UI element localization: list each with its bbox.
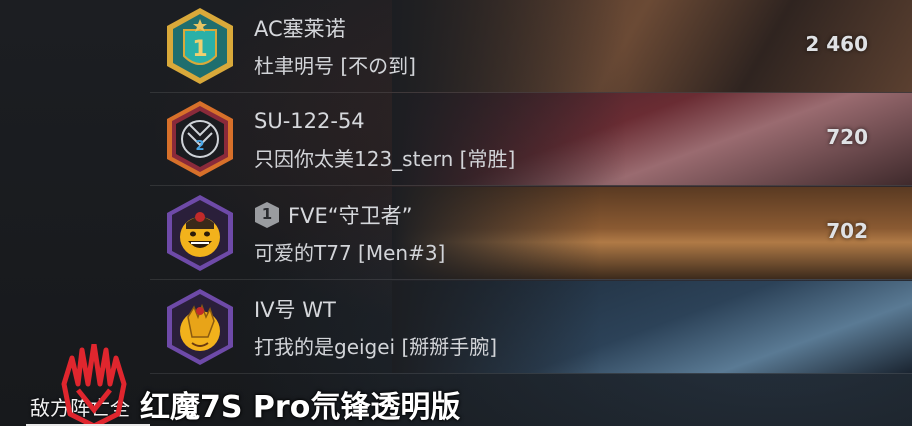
grinning-face-emblem-icon bbox=[167, 195, 233, 271]
player-name: FVE“守卫者” bbox=[288, 204, 413, 228]
player-name: IV号 WT bbox=[254, 298, 336, 322]
vehicle-and-clan: 可爱的T77 [Men#3] bbox=[254, 241, 446, 265]
damage-score: 2 460 bbox=[805, 32, 868, 56]
badge-number: 1 bbox=[192, 37, 207, 62]
vehicle-and-clan: 打我的是geigei [掰掰手腕] bbox=[254, 335, 498, 359]
scoreboard-screen: 1 AC塞莱诺 杜聿明号 [不の到] 2 460 2 SU-122-54 只因你… bbox=[0, 0, 912, 426]
player-row[interactable]: IV号 WT 打我的是geigei [掰掰手腕] bbox=[150, 281, 912, 374]
player-row[interactable]: 1 FVE“守卫者” 可爱的T77 [Men#3] 702 bbox=[150, 187, 912, 280]
badge-number: 2 bbox=[195, 139, 204, 154]
watermark-bar: 敌方阵亡全 红魔7S Pro氘锋透明版 bbox=[0, 344, 912, 426]
player-row[interactable]: 1 AC塞莱诺 杜聿明号 [不の到] 2 460 bbox=[150, 0, 912, 93]
damage-score: 720 bbox=[826, 125, 868, 149]
facepalm-emblem-icon bbox=[167, 289, 233, 365]
platoon-rank-number: 1 bbox=[261, 205, 273, 223]
player-row[interactable]: 2 SU-122-54 只因你太美123_stern [常胜] 720 bbox=[150, 93, 912, 186]
player-name: AC塞莱诺 bbox=[254, 17, 346, 41]
platoon-rank-icon: 1 bbox=[254, 201, 280, 229]
player-list: 1 AC塞莱诺 杜聿明号 [不の到] 2 460 2 SU-122-54 只因你… bbox=[150, 0, 912, 378]
vehicle-and-clan: 杜聿明号 [不の到] bbox=[254, 54, 416, 78]
vehicle-and-clan: 只因你太美123_stern [常胜] bbox=[254, 147, 516, 171]
device-watermark: 红魔7S Pro氘锋透明版 bbox=[140, 390, 461, 425]
red-magic-logo-icon bbox=[61, 344, 127, 426]
rank-1-shield-icon: 1 bbox=[167, 8, 233, 84]
rank-2-emblem-icon: 2 bbox=[167, 101, 233, 177]
damage-score: 702 bbox=[826, 219, 868, 243]
player-name: SU-122-54 bbox=[254, 109, 365, 133]
